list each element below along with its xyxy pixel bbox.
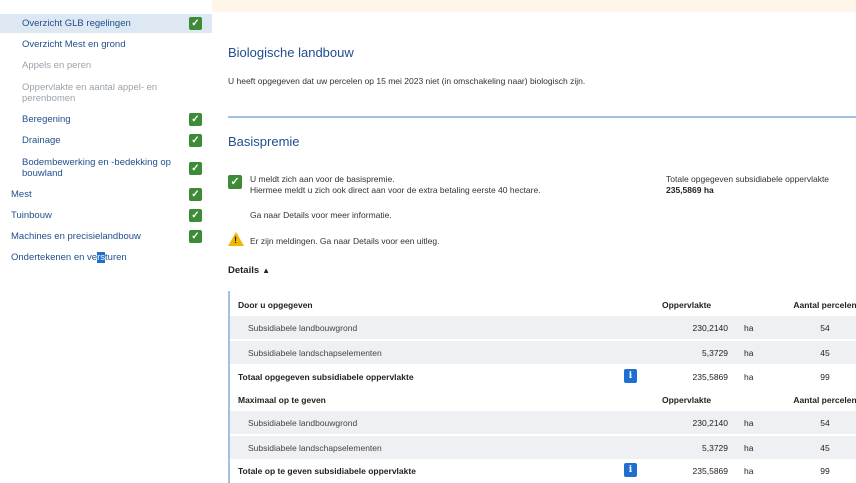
- biologisch-text: U heeft opgegeven dat uw percelen op 15 …: [228, 76, 586, 86]
- row-value: 235,5869: [692, 372, 728, 382]
- table-row: Subsidiabele landbouwgrond 230,2140 ha 5…: [230, 411, 856, 434]
- row-count: 54: [820, 323, 830, 333]
- basispremie-line2: Hiermee meldt u zich ook direct aan voor…: [250, 185, 541, 195]
- header-label: Door u opgegeven: [238, 300, 313, 310]
- main-content: Biologische landbouw U heeft opgegeven d…: [212, 0, 856, 483]
- details-table: Door u opgegeven Oppervlakte Aantal perc…: [228, 291, 856, 483]
- top-bar: [212, 0, 856, 12]
- table-total-row: Totaal opgegeven subsidiabele oppervlakt…: [230, 365, 856, 388]
- sidebar-item-drainage[interactable]: Drainage ✓: [0, 133, 212, 147]
- details-toggle[interactable]: Details ▲: [228, 265, 270, 276]
- warning-icon: !: [228, 232, 244, 246]
- sidebar-item-label: Bodembewerking en -bedekking op bouwland: [22, 157, 171, 179]
- row-unit: ha: [744, 443, 754, 453]
- check-icon: ✓: [189, 134, 202, 147]
- sidebar-item-appels-peren: Appels en peren: [0, 58, 212, 72]
- sidebar-item-mest[interactable]: Mest ✓: [0, 187, 212, 201]
- header-aantal: Aantal percelen: [793, 300, 856, 310]
- sidebar-item-label: Overzicht GLB regelingen: [22, 18, 131, 29]
- section-title-biologisch: Biologische landbouw: [228, 45, 354, 60]
- row-count: 99: [820, 372, 830, 382]
- sidebar-item-label: Beregening: [22, 114, 71, 125]
- row-label: Subsidiabele landschapselementen: [248, 443, 382, 453]
- sidebar-item-label: Ondertekenen en versturen: [11, 252, 127, 263]
- sidebar-item-machines[interactable]: Machines en precisielandbouw ✓: [0, 229, 212, 243]
- row-unit: ha: [744, 348, 754, 358]
- check-icon: ✓: [189, 209, 202, 222]
- sidebar-item-overzicht-mest[interactable]: Overzicht Mest en grond: [0, 37, 212, 51]
- sidebar-item-label: Mest: [11, 189, 32, 200]
- header-oppervlakte: Oppervlakte: [662, 300, 712, 310]
- row-count: 54: [820, 418, 830, 428]
- row-value: 235,5869: [692, 466, 728, 476]
- basispremie-line3: Ga naar Details voor meer informatie.: [250, 210, 392, 220]
- check-icon: ✓: [189, 162, 202, 175]
- sidebar-item-ondertekenen[interactable]: Ondertekenen en versturen: [0, 250, 212, 264]
- total-row-label: Totaal opgegeven subsidiabele oppervlakt…: [238, 372, 414, 382]
- table-row: Subsidiabele landbouwgrond 230,2140 ha 5…: [230, 316, 856, 339]
- sidebar-item-label: Appels en peren: [22, 60, 92, 71]
- table-header: Door u opgegeven Oppervlakte Aantal perc…: [230, 293, 856, 316]
- row-value: 5,3729: [702, 348, 728, 358]
- total-label: Totale opgegeven subsidiabele oppervlakt…: [666, 174, 830, 184]
- row-unit: ha: [744, 323, 754, 333]
- sidebar-item-label: Machines en precisielandbouw: [11, 231, 141, 242]
- row-label: Subsidiabele landbouwgrond: [248, 418, 358, 428]
- sidebar-item-label: Overzicht Mest en grond: [22, 39, 126, 50]
- total-row-label: Totale op te geven subsidiabele oppervla…: [238, 466, 416, 476]
- sidebar-item-label: Tuinbouw: [11, 210, 52, 221]
- row-count: 45: [820, 443, 830, 453]
- sidebar-item-overzicht-glb[interactable]: Overzicht GLB regelingen ✓: [0, 14, 212, 33]
- row-value: 230,2140: [692, 323, 728, 333]
- chevron-up-icon: ▲: [262, 266, 271, 275]
- section-divider: [228, 116, 856, 118]
- info-icon[interactable]: i: [624, 463, 637, 477]
- header-oppervlakte: Oppervlakte: [662, 395, 712, 405]
- sidebar-item-label: Oppervlakte en aantal appel- en perenbom…: [22, 82, 158, 104]
- sidebar-item-oppervlakte-bomen: Oppervlakte en aantal appel- en perenbom…: [0, 80, 212, 106]
- table-header: Maximaal op te geven Oppervlakte Aantal …: [230, 388, 856, 411]
- row-label: Subsidiabele landschapselementen: [248, 348, 382, 358]
- check-icon: ✓: [228, 175, 242, 189]
- info-icon[interactable]: i: [624, 369, 637, 383]
- header-aantal: Aantal percelen: [793, 395, 856, 405]
- sidebar-item-beregening[interactable]: Beregening ✓: [0, 112, 212, 126]
- row-count: 45: [820, 348, 830, 358]
- table-total-row: Totale op te geven subsidiabele oppervla…: [230, 459, 856, 482]
- basispremie-line1: U meldt zich aan voor de basispremie.: [250, 174, 395, 184]
- check-icon: ✓: [189, 230, 202, 243]
- row-value: 5,3729: [702, 443, 728, 453]
- check-icon: ✓: [189, 188, 202, 201]
- details-label: Details: [228, 265, 260, 276]
- header-label: Maximaal op te geven: [238, 395, 326, 405]
- row-unit: ha: [744, 372, 754, 382]
- check-icon: ✓: [189, 113, 202, 126]
- row-label: Subsidiabele landbouwgrond: [248, 323, 358, 333]
- row-value: 230,2140: [692, 418, 728, 428]
- sidebar-item-bodembewerking[interactable]: Bodembewerking en -bedekking op bouwland…: [0, 155, 212, 181]
- sidebar-item-tuinbouw[interactable]: Tuinbouw ✓: [0, 208, 212, 222]
- check-icon: ✓: [189, 17, 202, 30]
- sidebar-item-label: Drainage: [22, 135, 61, 146]
- row-unit: ha: [744, 418, 754, 428]
- row-count: 99: [820, 466, 830, 476]
- total-value: 235,5869 ha: [666, 185, 714, 195]
- section-title-basispremie: Basispremie: [228, 134, 300, 149]
- sidebar: Overzicht GLB regelingen ✓ Overzicht Mes…: [0, 0, 212, 483]
- warning-text: Er zijn meldingen. Ga naar Details voor …: [250, 236, 440, 246]
- table-row: Subsidiabele landschapselementen 5,3729 …: [230, 436, 856, 459]
- table-row: Subsidiabele landschapselementen 5,3729 …: [230, 341, 856, 364]
- row-unit: ha: [744, 466, 754, 476]
